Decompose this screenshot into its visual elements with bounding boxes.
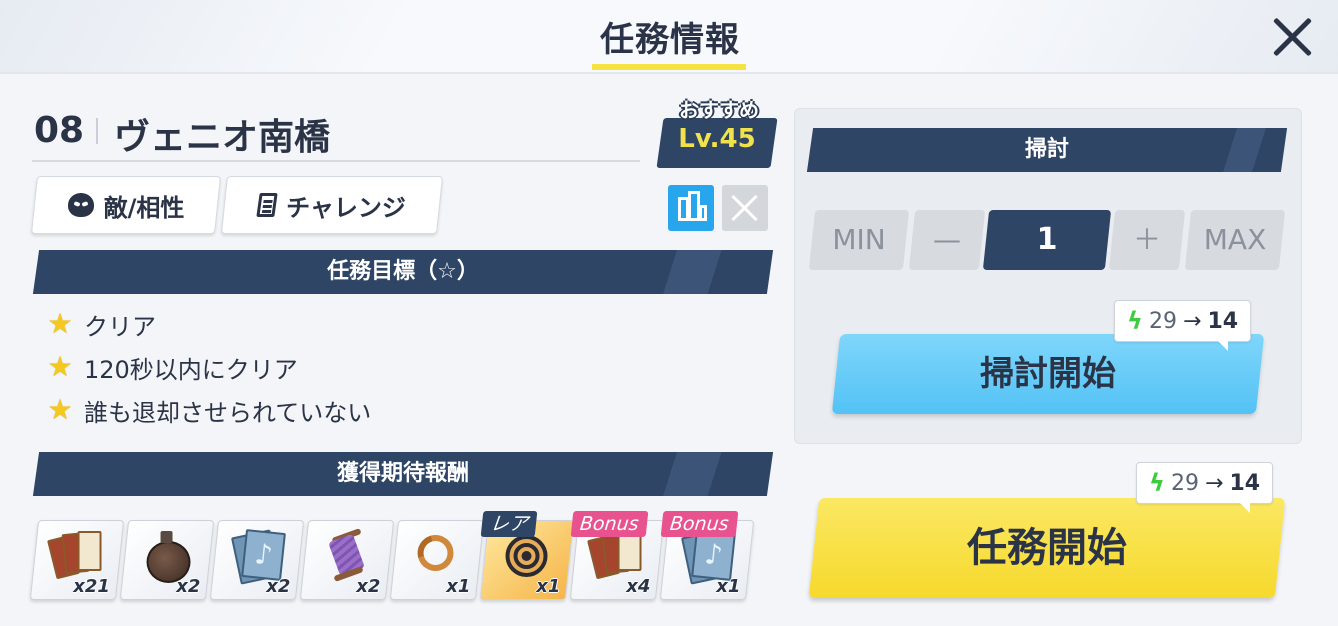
- stage-underline: [32, 160, 640, 162]
- sweep-count-display: 1: [982, 210, 1112, 270]
- close-icon[interactable]: [1270, 14, 1316, 60]
- reward-quantity: x1: [716, 576, 741, 597]
- mission-start-button[interactable]: 任務開始: [808, 498, 1286, 598]
- mission-ap-cost: ϟ 29 → 14: [1136, 462, 1274, 513]
- star-icon: ★: [47, 350, 73, 383]
- stage-name: ヴェニオ南橋: [114, 117, 331, 158]
- minus-button[interactable]: —: [908, 210, 986, 270]
- reward-item[interactable]: x2: [119, 520, 215, 600]
- reward-quantity: x2: [356, 576, 381, 597]
- enemy-affinity-button[interactable]: 敵/相性: [30, 176, 222, 234]
- page-title: 任務情報: [600, 20, 740, 60]
- reward-quantity: x21: [73, 576, 111, 597]
- max-button[interactable]: MAX: [1184, 210, 1286, 270]
- challenge-button[interactable]: チャレンジ: [220, 176, 444, 234]
- document-icon: [256, 193, 278, 217]
- stage-number: 08: [34, 110, 85, 151]
- reward-item[interactable]: ♪ x2: [209, 520, 305, 600]
- title-underline: [592, 64, 746, 70]
- potion-icon: [142, 529, 192, 583]
- bonus-tag: Bonus: [660, 511, 739, 537]
- objective-text: 誰も退却させられていない: [84, 398, 372, 427]
- building-icon[interactable]: [668, 185, 714, 231]
- enemy-affinity-label: 敵/相性: [103, 193, 185, 222]
- stage-divider: [96, 118, 98, 144]
- header-bar: 任務情報: [0, 0, 1338, 74]
- cards-icon: [47, 529, 102, 581]
- reward-item[interactable]: x1: [389, 520, 485, 600]
- enemy-mask-icon: [67, 193, 94, 217]
- recommended-level: Lv.45: [678, 124, 756, 154]
- rewards-header: 獲得期待報酬: [32, 452, 774, 496]
- objective-text: 120秒以内にクリア: [84, 355, 298, 384]
- ap-bolt-icon: ϟ: [1127, 307, 1143, 335]
- rare-tag: レア: [480, 511, 538, 537]
- ring-icon: [410, 528, 462, 581]
- objectives-title: 任務目標（☆）: [327, 259, 479, 284]
- objective-item: ★ クリア: [46, 307, 156, 341]
- reward-quantity: x1: [536, 576, 561, 597]
- disabled-x-icon[interactable]: [722, 185, 768, 231]
- reward-quantity: x2: [176, 576, 201, 597]
- star-icon: ★: [47, 307, 73, 340]
- objectives-header: 任務目標（☆）: [32, 250, 774, 294]
- sweep-header: 掃討: [806, 128, 1288, 172]
- objective-item: ★ 誰も退却させられていない: [46, 393, 372, 427]
- objective-text: クリア: [84, 312, 156, 341]
- plus-button[interactable]: ＋: [1108, 210, 1186, 270]
- sweep-title: 掃討: [1024, 137, 1069, 162]
- objective-item: ★ 120秒以内にクリア: [46, 350, 298, 384]
- reward-quantity: x2: [266, 576, 291, 597]
- music-card-icon: ♪: [230, 529, 286, 585]
- sweep-ap-cost: ϟ 29 → 14: [1114, 300, 1252, 351]
- reward-item[interactable]: x2: [299, 520, 395, 600]
- rewards-title: 獲得期待報酬: [336, 461, 469, 486]
- sweep-start-button[interactable]: 掃討開始: [831, 334, 1265, 414]
- thread-spool-icon: [322, 528, 372, 582]
- reward-quantity: x4: [626, 576, 651, 597]
- ap-bolt-icon: ϟ: [1149, 469, 1165, 497]
- bonus-tag: Bonus: [570, 511, 649, 537]
- recommended-label: おすすめ: [679, 98, 759, 122]
- challenge-label: チャレンジ: [286, 193, 406, 222]
- star-icon: ★: [47, 393, 73, 426]
- min-button[interactable]: MIN: [808, 210, 910, 270]
- reward-item[interactable]: x21: [29, 520, 125, 600]
- reward-quantity: x1: [446, 576, 471, 597]
